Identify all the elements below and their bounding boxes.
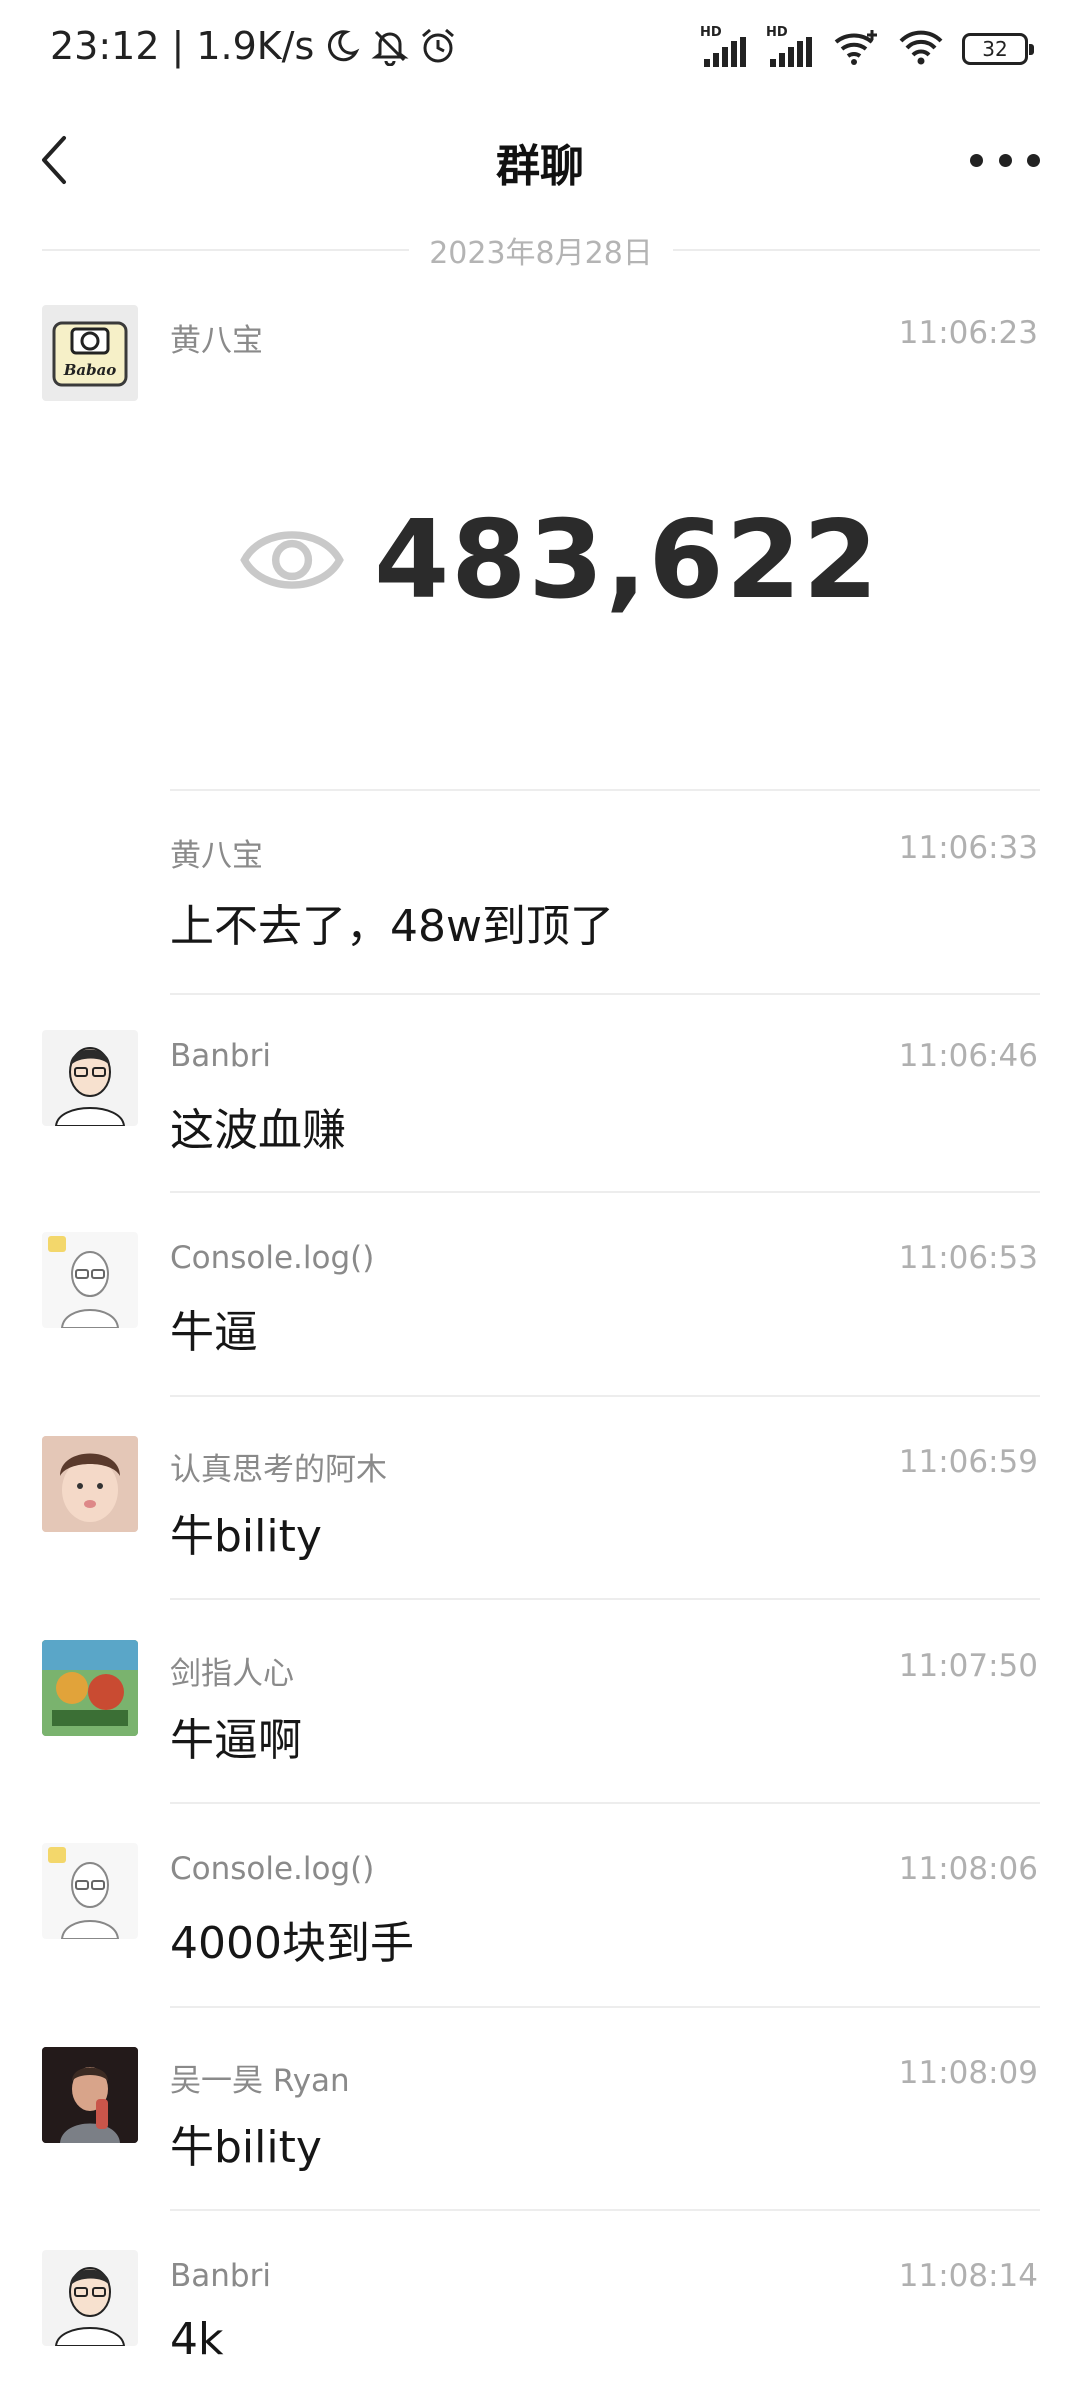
network-speed: 1.9K/s — [196, 24, 315, 68]
divider — [170, 1802, 1040, 1804]
message-time: 11:08:06 — [898, 1851, 1038, 1887]
date-label: 2023年8月28日 — [429, 236, 653, 271]
sender-name: Banbri — [170, 1038, 271, 1074]
sender-name: 黄八宝 — [170, 838, 263, 874]
message-text: 牛bility — [170, 1511, 322, 1562]
moon-icon — [322, 26, 362, 66]
message-image[interactable]: 483,622 — [240, 480, 880, 640]
message-time: 11:06:33 — [898, 830, 1038, 866]
message-time: 11:06:23 — [898, 315, 1038, 351]
divider — [170, 2209, 1040, 2211]
view-count: 483,622 — [374, 497, 880, 623]
divider — [170, 1191, 1040, 1193]
sender-name: 吴一昊 Ryan — [170, 2063, 350, 2099]
nav-bar: 群聊 — [0, 100, 1080, 220]
avatar-label: Babao — [63, 361, 117, 379]
alarm-icon — [418, 26, 458, 66]
message-time: 11:06:46 — [898, 1038, 1038, 1074]
divider — [170, 993, 1040, 995]
message-time: 11:07:50 — [898, 1648, 1038, 1684]
signal-1-icon: HD — [700, 25, 748, 69]
status-bar: 23:12 | 1.9K/s HD HD 32 — [0, 0, 1080, 100]
divider — [170, 789, 1040, 791]
message-text: 牛逼 — [170, 1307, 258, 1358]
wifi-icon — [898, 28, 944, 70]
more-button[interactable] — [970, 145, 1040, 175]
avatar[interactable]: Babao — [42, 305, 138, 401]
message-time: 11:06:59 — [898, 1444, 1038, 1480]
message-text: 上不去了，48w到顶了 — [170, 901, 614, 952]
message-time: 11:08:14 — [898, 2258, 1038, 2294]
avatar[interactable] — [42, 1640, 138, 1736]
avatar[interactable] — [42, 2047, 138, 2143]
sender-name: 认真思考的阿木 — [170, 1452, 387, 1488]
status-left: 23:12 | 1.9K/s — [50, 24, 458, 68]
message-text: 这波血赚 — [170, 1105, 346, 1156]
sender-name: 剑指人心 — [170, 1656, 294, 1692]
wifi-plus-icon — [832, 28, 880, 70]
avatar[interactable] — [42, 1232, 138, 1328]
status-time: 23:12 — [50, 24, 160, 68]
sender-name: Console.log() — [170, 1851, 375, 1887]
avatar[interactable] — [42, 2250, 138, 2346]
signal-2-icon: HD — [766, 25, 814, 69]
message-text: 4000块到手 — [170, 1918, 414, 1969]
eye-icon — [240, 531, 344, 589]
avatar[interactable] — [42, 1843, 138, 1939]
avatar[interactable] — [42, 1436, 138, 1532]
divider — [170, 1395, 1040, 1397]
battery-icon: 32 — [962, 33, 1034, 65]
divider — [170, 2006, 1040, 2008]
sender-name: Banbri — [170, 2258, 271, 2294]
date-divider: 2023年8月28日 — [42, 225, 1041, 275]
message-time: 11:06:53 — [898, 1240, 1038, 1276]
message-text: 牛bility — [170, 2122, 322, 2173]
sender-name: 黄八宝 — [170, 323, 263, 359]
page-title: 群聊 — [496, 141, 584, 192]
battery-level: 32 — [982, 37, 1008, 61]
avatar[interactable] — [42, 1030, 138, 1126]
mute-icon — [370, 26, 410, 66]
status-right: HD HD 32 — [700, 25, 1034, 70]
message-time: 11:08:09 — [898, 2055, 1038, 2091]
more-dots-icon — [970, 153, 983, 167]
status-separator: | — [171, 24, 185, 68]
divider — [170, 1598, 1040, 1600]
sender-name: Console.log() — [170, 1240, 375, 1276]
message-text: 牛逼啊 — [170, 1715, 302, 1766]
message-text: 4k — [170, 2314, 224, 2365]
